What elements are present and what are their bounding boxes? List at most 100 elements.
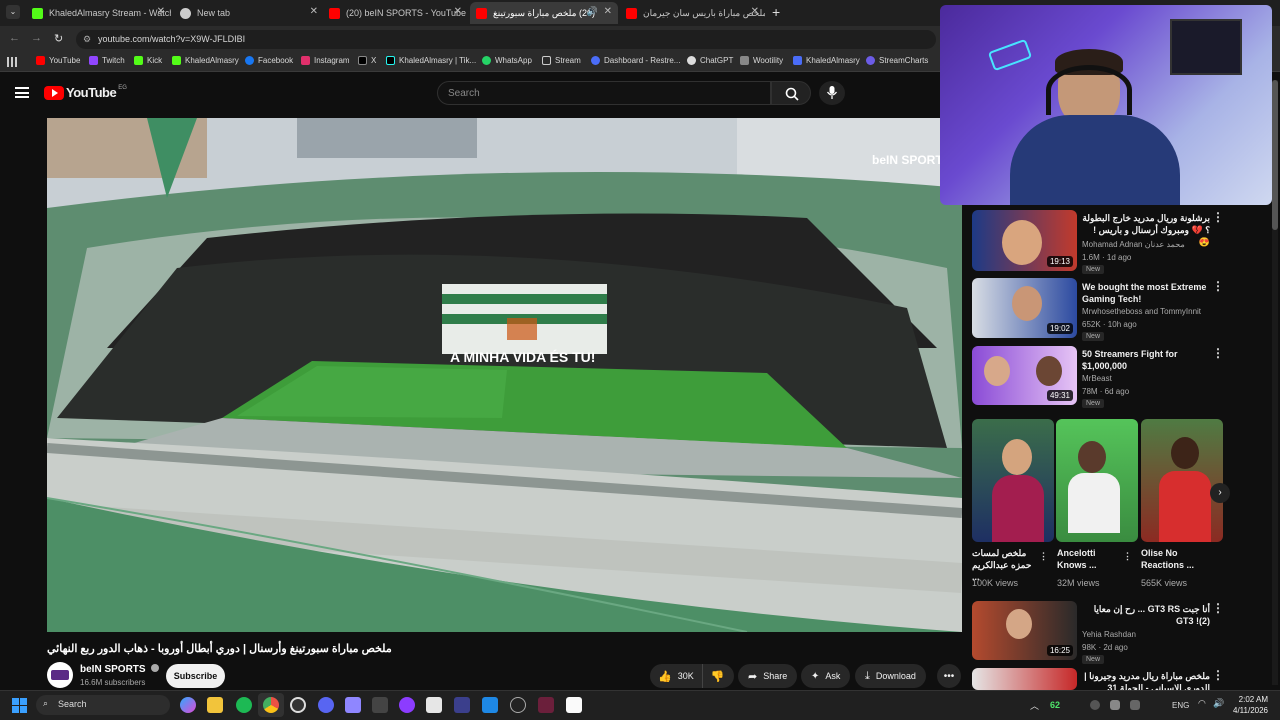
obs-icon[interactable] xyxy=(290,697,306,713)
app-icon[interactable] xyxy=(510,697,526,713)
like-button[interactable]: 👍 30K xyxy=(650,664,703,688)
tab-sporting-highlight[interactable]: (20) ملخص مباراة سبورتينغ 🔊 ✕ xyxy=(470,2,618,24)
tab-bein-youtube[interactable]: (20) beIN SPORTS - YouTube ✕ xyxy=(323,2,468,24)
more-options-icon[interactable]: ⋮ xyxy=(1039,551,1048,562)
more-options-icon[interactable]: ⋮ xyxy=(1212,601,1224,615)
recommendation-channel[interactable]: MrBeast xyxy=(1082,374,1112,383)
audio-playing-icon[interactable]: 🔊 xyxy=(587,6,598,17)
more-options-icon[interactable]: ⋮ xyxy=(1212,668,1224,682)
forward-icon[interactable]: → xyxy=(31,32,42,44)
recommendation-title[interactable]: We bought the most Extreme Gaming Tech! xyxy=(1082,281,1210,305)
windows-start-icon[interactable] xyxy=(12,698,27,713)
app-icon[interactable] xyxy=(454,697,470,713)
app-icon[interactable] xyxy=(482,697,498,713)
more-actions-button[interactable]: ••• xyxy=(937,664,961,688)
back-icon[interactable]: ← xyxy=(9,32,20,44)
bookmark-facebook[interactable]: Facebook xyxy=(245,56,293,65)
bookmark-kick[interactable]: Kick xyxy=(134,56,162,65)
voice-search-button[interactable] xyxy=(819,81,845,105)
short-title[interactable]: Ancelotti Knows ... xyxy=(1057,547,1117,571)
bookmark-chatgpt[interactable]: ChatGPT xyxy=(687,56,733,65)
recommendation-thumbnail[interactable]: 16:25 xyxy=(972,601,1077,660)
app-icon[interactable] xyxy=(538,697,554,713)
address-bar[interactable]: ⚙ youtube.com/watch?v=X9W-JFLDIBI xyxy=(76,30,936,49)
bookmark-tiktok[interactable]: KhaledAlmasry | Tik... xyxy=(386,56,476,65)
recommendation-channel[interactable]: Mrwhosetheboss and TommyInnit xyxy=(1082,307,1201,316)
bookmark-instagram[interactable]: Instagram xyxy=(301,56,350,65)
apps-grid-icon[interactable] xyxy=(345,697,361,713)
recommendation-title[interactable]: 50 Streamers Fight for $1,000,000 xyxy=(1082,348,1210,372)
more-options-icon[interactable]: ⋮ xyxy=(1212,279,1224,293)
file-explorer-icon[interactable] xyxy=(207,697,223,713)
bookmark-wootility[interactable]: Wootility xyxy=(740,56,783,65)
close-tab-icon[interactable]: ✕ xyxy=(454,6,462,17)
new-tab-button[interactable]: + xyxy=(772,4,780,20)
recommendation-channel[interactable]: Yehia Rashdan xyxy=(1082,630,1136,639)
tray-temperature[interactable]: 62 xyxy=(1050,700,1060,710)
share-button[interactable]: ➦ Share xyxy=(738,664,798,688)
bookmark-stream-folder[interactable]: Stream xyxy=(542,56,581,65)
app-icon[interactable] xyxy=(426,697,442,713)
show-hidden-icons-chevron-icon[interactable]: ︿ xyxy=(1030,699,1039,712)
language-indicator[interactable]: ENG xyxy=(1172,701,1189,710)
short-thumbnail[interactable] xyxy=(1056,419,1138,542)
tab-kick-stream[interactable]: KhaledAlmasry Stream - Watch ✕ xyxy=(26,2,171,24)
discord-icon[interactable] xyxy=(318,697,334,713)
youtube-logo[interactable]: YouTube EG xyxy=(44,85,127,100)
close-tab-icon[interactable]: ✕ xyxy=(310,6,318,17)
more-options-icon[interactable]: ⋮ xyxy=(1212,346,1224,360)
short-title[interactable]: Olise No Reactions ... xyxy=(1141,547,1205,571)
bookmark-x[interactable]: X xyxy=(358,56,376,65)
bookmark-streamcharts[interactable]: StreamCharts xyxy=(866,56,928,65)
tray-app-icon[interactable] xyxy=(1130,700,1140,710)
app-icon[interactable] xyxy=(372,697,388,713)
reload-icon[interactable]: ↻ xyxy=(54,32,63,45)
channel-name[interactable]: beIN SPORTS xyxy=(80,664,160,675)
bookmark-youtube[interactable]: YouTube xyxy=(36,56,80,65)
channel-avatar[interactable] xyxy=(47,662,73,688)
bookmark-whatsapp[interactable]: WhatsApp xyxy=(482,56,532,65)
taskbar-search-box[interactable]: ⌕ Search xyxy=(36,695,170,715)
tab-psg-highlight[interactable]: ملخص مباراة باريس سان جيرمان ✕ xyxy=(620,2,765,24)
bookmark-restream[interactable]: Dashboard - Restre... xyxy=(591,56,680,65)
recommendation-thumbnail[interactable]: 19:02 xyxy=(972,278,1077,338)
volume-icon[interactable]: 🔊 xyxy=(1213,698,1224,709)
video-player[interactable]: beIN SPORTS A MINHA VIDA ÉS TU! xyxy=(47,118,962,632)
subscribe-button[interactable]: Subscribe xyxy=(166,664,225,688)
spotify-icon[interactable] xyxy=(236,697,252,713)
close-tab-icon[interactable]: ✕ xyxy=(751,6,759,17)
app-icon[interactable] xyxy=(399,697,415,713)
bookmark-khaledalmasry[interactable]: KhaledAlmasry xyxy=(172,56,239,65)
more-options-icon[interactable]: ⋮ xyxy=(1212,210,1224,224)
clock-time[interactable]: 2:02 AM xyxy=(1238,695,1268,704)
bookmark-twitch[interactable]: Twitch xyxy=(89,56,125,65)
site-info-icon[interactable]: ⚙ xyxy=(83,34,91,45)
bookmark-khaledalmasry-2[interactable]: KhaledAlmasry xyxy=(793,56,860,65)
tab-new-tab[interactable]: New tab ✕ xyxy=(174,2,324,24)
search-input[interactable]: Search xyxy=(437,81,771,105)
recommendation-title[interactable]: ملخص مباراة ريال مدريد وجيرونا | الدوري … xyxy=(1082,670,1210,690)
recommendation-title[interactable]: أنا جبت GT3 RS ... رح إن معايا GT3 !(2) xyxy=(1082,603,1210,627)
recommendation-thumbnail[interactable]: 19:13 xyxy=(972,210,1077,271)
search-button[interactable] xyxy=(771,81,811,105)
download-button[interactable]: ⤓ Download xyxy=(855,664,926,688)
apps-grid-icon[interactable] xyxy=(7,57,17,67)
dislike-button[interactable]: 👎 xyxy=(703,670,733,683)
copilot-icon[interactable] xyxy=(180,697,196,713)
recommendation-channel[interactable]: Mohamad Adnan محمد عدنان xyxy=(1082,240,1185,249)
close-tab-icon[interactable]: ✕ xyxy=(604,6,612,17)
recommendation-thumbnail[interactable]: 49:31 xyxy=(972,346,1077,405)
tray-app-icon[interactable] xyxy=(1110,700,1120,710)
page-scrollbar[interactable] xyxy=(1272,80,1278,685)
tab-list-dropdown-icon[interactable]: ⌄ xyxy=(6,5,20,19)
recommendation-thumbnail[interactable] xyxy=(972,668,1077,690)
clock-date[interactable]: 4/11/2026 xyxy=(1228,706,1268,715)
short-thumbnail[interactable] xyxy=(972,419,1054,542)
close-tab-icon[interactable]: ✕ xyxy=(157,6,165,17)
shorts-next-button[interactable]: › xyxy=(1210,483,1230,503)
short-thumbnail[interactable] xyxy=(1141,419,1223,542)
ask-button[interactable]: ✦ Ask xyxy=(801,664,851,688)
menu-hamburger-icon[interactable] xyxy=(15,87,29,98)
wifi-icon[interactable]: ◠ xyxy=(1198,698,1206,709)
notepad-icon[interactable] xyxy=(566,697,582,713)
